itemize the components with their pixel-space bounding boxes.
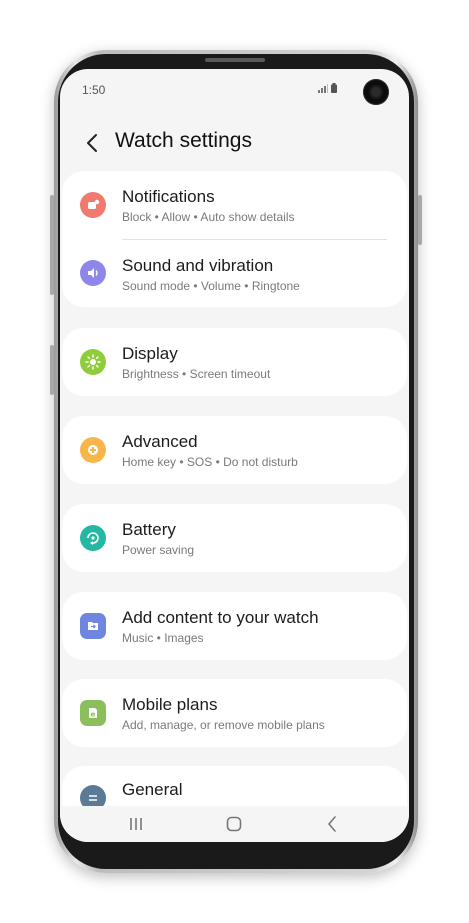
settings-card-notifications-sound: Notifications Block • Allow • Auto show … bbox=[62, 171, 407, 307]
speaker-icon bbox=[80, 260, 106, 286]
back-nav-button[interactable] bbox=[320, 812, 344, 836]
settings-item-subtitle: Power saving bbox=[122, 543, 195, 557]
settings-item-title: Notifications bbox=[122, 187, 215, 206]
front-camera bbox=[363, 79, 389, 105]
notifications-icon bbox=[80, 192, 106, 218]
home-icon bbox=[226, 816, 242, 832]
settings-item-battery[interactable]: Battery Power saving bbox=[62, 504, 407, 566]
settings-item-title: Sound and vibration bbox=[122, 256, 274, 275]
signal-icon bbox=[318, 84, 328, 93]
settings-item-subtitle: Home key • SOS • Do not disturb bbox=[122, 455, 298, 469]
battery-icon bbox=[331, 83, 337, 93]
recent-apps-icon bbox=[130, 818, 142, 830]
settings-item-subtitle: Block • Allow • Auto show details bbox=[122, 210, 295, 224]
back-nav-icon bbox=[328, 816, 336, 832]
settings-item-title: General bbox=[122, 780, 183, 799]
battery-refresh-icon bbox=[80, 525, 106, 551]
page-title: Watch settings bbox=[115, 129, 252, 152]
settings-card-advanced: Advanced Home key • SOS • Do not disturb bbox=[62, 416, 407, 484]
brightness-icon bbox=[80, 349, 106, 375]
navigation-bar bbox=[60, 806, 409, 842]
settings-card-add-content: Add content to your watch Music • Images bbox=[62, 592, 407, 660]
settings-card-display: Display Brightness • Screen timeout bbox=[62, 328, 407, 396]
earpiece bbox=[205, 58, 265, 62]
esim-icon: e bbox=[80, 700, 106, 726]
import-folder-icon bbox=[80, 613, 106, 639]
settings-item-title: Mobile plans bbox=[122, 695, 218, 714]
settings-item-subtitle: Sound mode • Volume • Ringtone bbox=[122, 279, 300, 293]
settings-item-add-content[interactable]: Add content to your watch Music • Images bbox=[62, 592, 407, 654]
recent-apps-button[interactable] bbox=[124, 812, 148, 836]
settings-item-advanced[interactable]: Advanced Home key • SOS • Do not disturb bbox=[62, 416, 407, 478]
home-button[interactable] bbox=[222, 812, 246, 836]
back-button[interactable] bbox=[82, 129, 106, 157]
volume-button bbox=[50, 345, 54, 395]
settings-item-display[interactable]: Display Brightness • Screen timeout bbox=[62, 328, 407, 390]
settings-item-mobile-plans[interactable]: e Mobile plans Add, manage, or remove mo… bbox=[62, 679, 407, 741]
status-time: 1:50 bbox=[82, 83, 106, 97]
svg-text:e: e bbox=[91, 711, 96, 719]
header: Watch settings bbox=[60, 125, 409, 165]
bixby-button bbox=[50, 195, 54, 295]
phone-screen: 1:50 Watch settings Notifications Block … bbox=[60, 69, 409, 842]
settings-item-title: Display bbox=[122, 344, 178, 363]
settings-card-mobile-plans: e Mobile plans Add, manage, or remove mo… bbox=[62, 679, 407, 747]
settings-item-notifications[interactable]: Notifications Block • Allow • Auto show … bbox=[62, 171, 407, 233]
settings-item-subtitle: Brightness • Screen timeout bbox=[122, 367, 271, 381]
power-button bbox=[418, 195, 422, 245]
back-arrow-icon bbox=[87, 134, 97, 152]
settings-item-subtitle: Add, manage, or remove mobile plans bbox=[122, 718, 325, 732]
status-icons bbox=[318, 83, 337, 93]
settings-card-battery: Battery Power saving bbox=[62, 504, 407, 572]
settings-item-sound-and-vibration[interactable]: Sound and vibration Sound mode • Volume … bbox=[62, 240, 407, 302]
gear-plus-icon bbox=[80, 437, 106, 463]
settings-item-title: Add content to your watch bbox=[122, 608, 319, 627]
settings-item-subtitle: Music • Images bbox=[122, 631, 204, 645]
settings-item-title: Battery bbox=[122, 520, 176, 539]
settings-item-title: Advanced bbox=[122, 432, 198, 451]
